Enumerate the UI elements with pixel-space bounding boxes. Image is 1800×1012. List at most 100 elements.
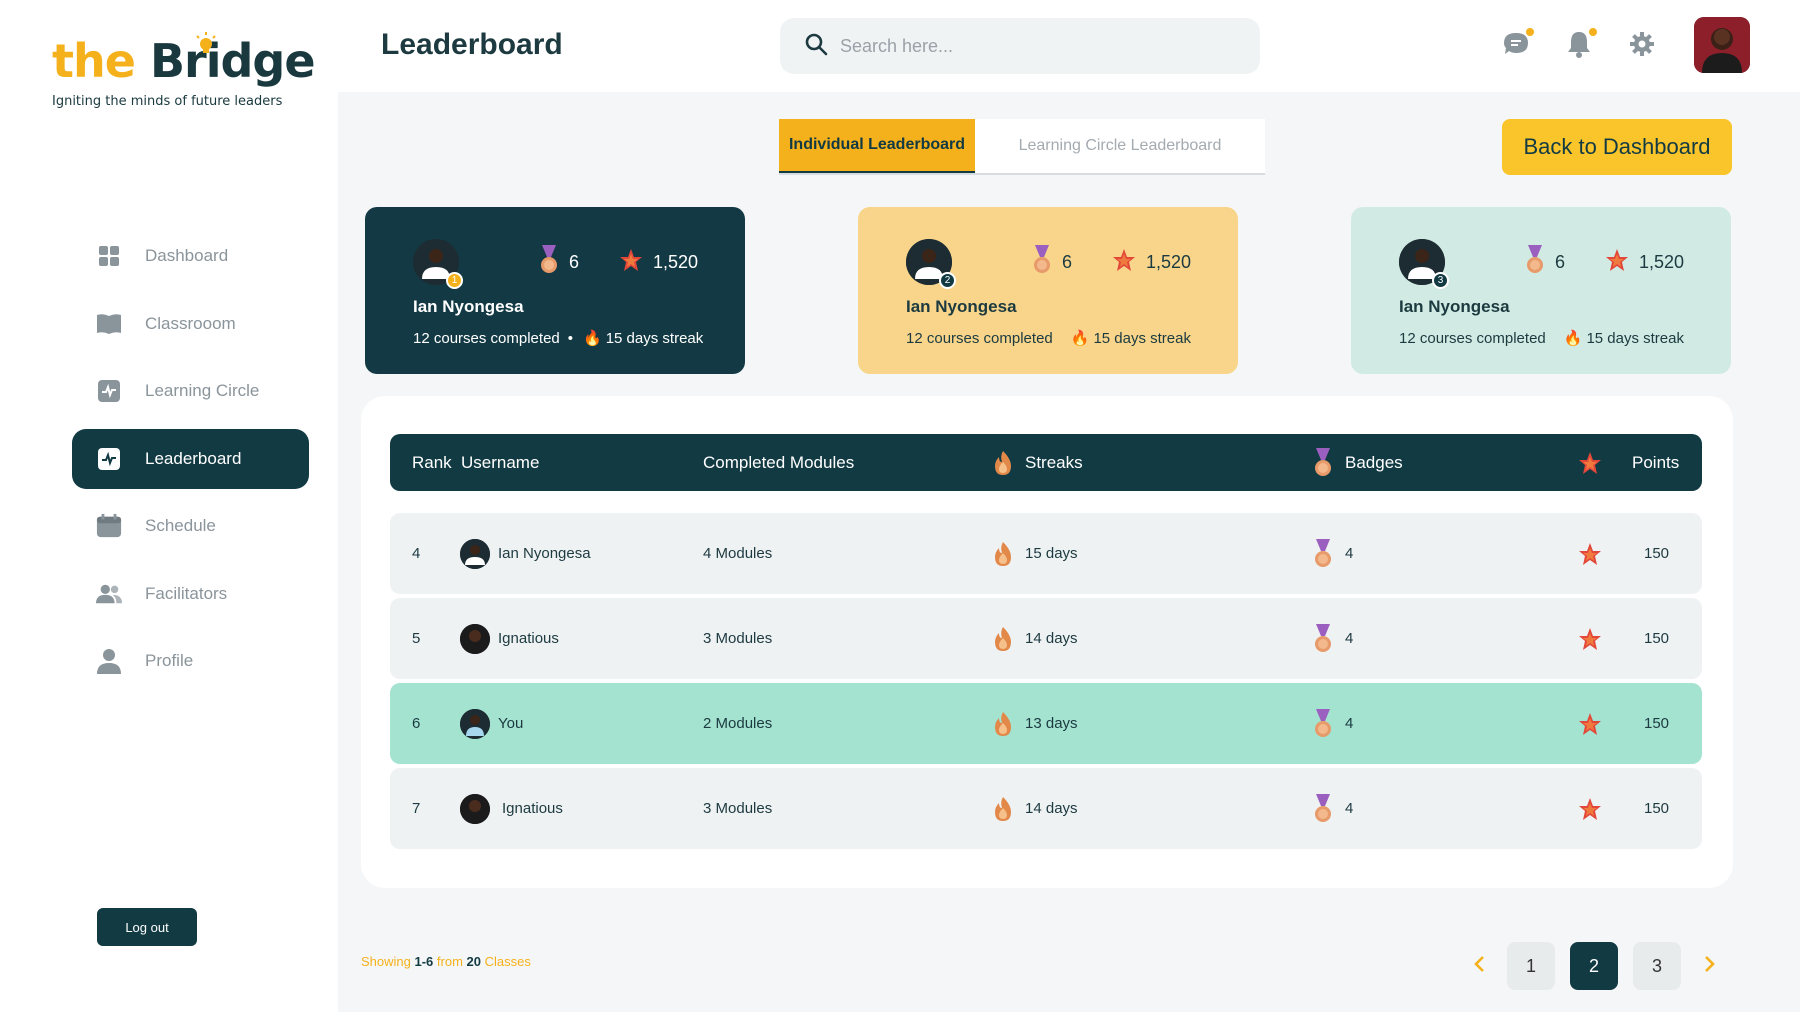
showing-range: 1-6 [414, 954, 434, 969]
star-icon [1605, 248, 1629, 277]
medal-icon [1313, 447, 1333, 478]
chat-icon [1502, 30, 1530, 63]
row-username: Ian Nyongesa [498, 545, 591, 562]
avatar [460, 538, 490, 569]
sidebar-item-label: Leaderboard [145, 448, 242, 468]
back-to-dashboard-button[interactable]: Back to Dashboard [1502, 119, 1732, 175]
star-icon [1578, 627, 1602, 651]
search-input[interactable] [840, 35, 1220, 57]
courses-completed: 12 courses completed [906, 330, 1053, 347]
star-icon [1578, 797, 1602, 821]
card-stats: 12 courses completed 🔥 15 days streak [1399, 329, 1731, 347]
lightbulb-icon [195, 32, 217, 58]
fire-icon: 🔥 [1563, 330, 1583, 347]
activity-icon [96, 446, 122, 472]
badge-count: 6 [1525, 244, 1566, 280]
grid-icon [96, 243, 122, 269]
chevron-left-icon [1473, 953, 1485, 979]
badge-value: 6 [569, 251, 580, 272]
table-row[interactable]: 5 Ignatious 3 Modules 14 days 4 150 [390, 598, 1702, 679]
column-header-rank[interactable]: Rank [412, 434, 452, 491]
book-icon [96, 311, 122, 337]
tab-individual-leaderboard[interactable]: Individual Leaderboard [779, 119, 975, 173]
chat-button[interactable] [1500, 28, 1534, 63]
leaderboard-table: Rank Username Completed Modules Streaks … [361, 396, 1733, 888]
page-button-2[interactable]: 2 [1570, 942, 1618, 990]
flame-icon [993, 541, 1013, 567]
row-modules: 2 Modules [703, 715, 773, 732]
user-avatar[interactable] [1694, 17, 1750, 73]
points-value: 1,520 [1639, 251, 1685, 272]
streak-text: 15 days streak [1586, 330, 1684, 347]
row-points: 150 [1578, 683, 1669, 764]
column-header-modules[interactable]: Completed Modules [703, 434, 854, 491]
row-badges-value: 4 [1345, 545, 1354, 562]
next-page-button[interactable] [1695, 942, 1725, 990]
row-streak-value: 13 days [1025, 715, 1078, 732]
row-streak: 14 days [993, 768, 1078, 849]
column-header-points[interactable]: Points [1578, 434, 1679, 491]
logo: the Bridge Igniting the minds of future … [52, 32, 316, 109]
column-header-badges[interactable]: Badges [1313, 434, 1403, 491]
sidebar-item-dashboard[interactable]: Dashboard [72, 226, 309, 286]
table-row[interactable]: 4 Ian Nyongesa 4 Modules 15 days 4 150 [390, 513, 1702, 594]
page-button-1[interactable]: 1 [1507, 942, 1555, 990]
avatar [460, 623, 490, 654]
row-badges-value: 4 [1345, 715, 1354, 732]
top-card-rank-2: 2 6 1,520 Ian Nyongesa 12 courses comple… [858, 207, 1238, 374]
leaderboard-tabs: Individual Leaderboard Learning Circle L… [779, 119, 1265, 175]
column-header-streaks[interactable]: Streaks [993, 434, 1083, 491]
row-modules: 3 Modules [703, 800, 773, 817]
table-header: Rank Username Completed Modules Streaks … [390, 434, 1702, 491]
sidebar-item-leaderboard[interactable]: Leaderboard [72, 428, 309, 489]
sidebar-item-profile[interactable]: Profile [72, 631, 309, 691]
row-user: You [460, 683, 523, 764]
streak-text: 15 days streak [1093, 330, 1191, 347]
star-icon [1578, 542, 1602, 566]
users-icon [96, 581, 122, 607]
notifications-button[interactable] [1563, 28, 1597, 62]
badge-value: 6 [1062, 251, 1073, 272]
logo-the: the [52, 34, 136, 88]
sidebar: the Bridge Igniting the minds of future … [0, 0, 338, 1012]
flame-icon [993, 626, 1013, 652]
search-bar[interactable] [780, 18, 1260, 74]
card-stats: 12 courses completed • 🔥 15 days streak [413, 329, 745, 347]
avatar [460, 708, 490, 739]
sidebar-item-facilitators[interactable]: Facilitators [72, 564, 309, 624]
table-row-current-user[interactable]: 6 You 2 Modules 13 days 4 150 [390, 683, 1702, 764]
column-header-username[interactable]: Username [461, 434, 539, 491]
column-header-label: Streaks [1025, 452, 1083, 472]
sidebar-item-learning-circle[interactable]: Learning Circle [72, 361, 309, 421]
table-row[interactable]: 7 Ignatious 3 Modules 14 days 4 150 [390, 768, 1702, 849]
settings-button[interactable] [1626, 30, 1658, 62]
sidebar-item-classroom[interactable]: Classrooom [72, 294, 309, 354]
row-points: 150 [1578, 513, 1669, 594]
showing-unit: Classes [484, 954, 531, 969]
avatar: 2 [906, 239, 956, 289]
points-value: 1,520 [653, 251, 699, 272]
medal-icon [1313, 793, 1333, 824]
star-icon [619, 248, 643, 277]
fire-icon: 🔥 [583, 330, 602, 347]
column-header-label: Points [1632, 452, 1680, 472]
page-button-3[interactable]: 3 [1633, 942, 1681, 990]
prev-page-button[interactable] [1464, 942, 1494, 990]
logout-button[interactable]: Log out [97, 908, 197, 946]
sidebar-item-schedule[interactable]: Schedule [72, 496, 309, 556]
badge-value: 6 [1555, 251, 1566, 272]
avatar [460, 793, 490, 824]
badge-count: 6 [1032, 244, 1073, 280]
points-count: 1,520 [619, 248, 698, 277]
sidebar-item-label: Profile [145, 651, 194, 670]
logo-bridge: Bridge [149, 34, 316, 88]
notification-dot [1589, 28, 1597, 36]
medal-icon [1313, 708, 1333, 739]
flame-icon [993, 711, 1013, 737]
row-points-value: 150 [1644, 545, 1670, 562]
tab-learning-circle-leaderboard[interactable]: Learning Circle Leaderboard [975, 119, 1265, 173]
row-username: Ignatious [502, 800, 563, 817]
flame-icon [993, 796, 1013, 822]
streak-text: 15 days streak [605, 330, 704, 347]
main-content: Individual Leaderboard Learning Circle L… [338, 92, 1800, 1012]
